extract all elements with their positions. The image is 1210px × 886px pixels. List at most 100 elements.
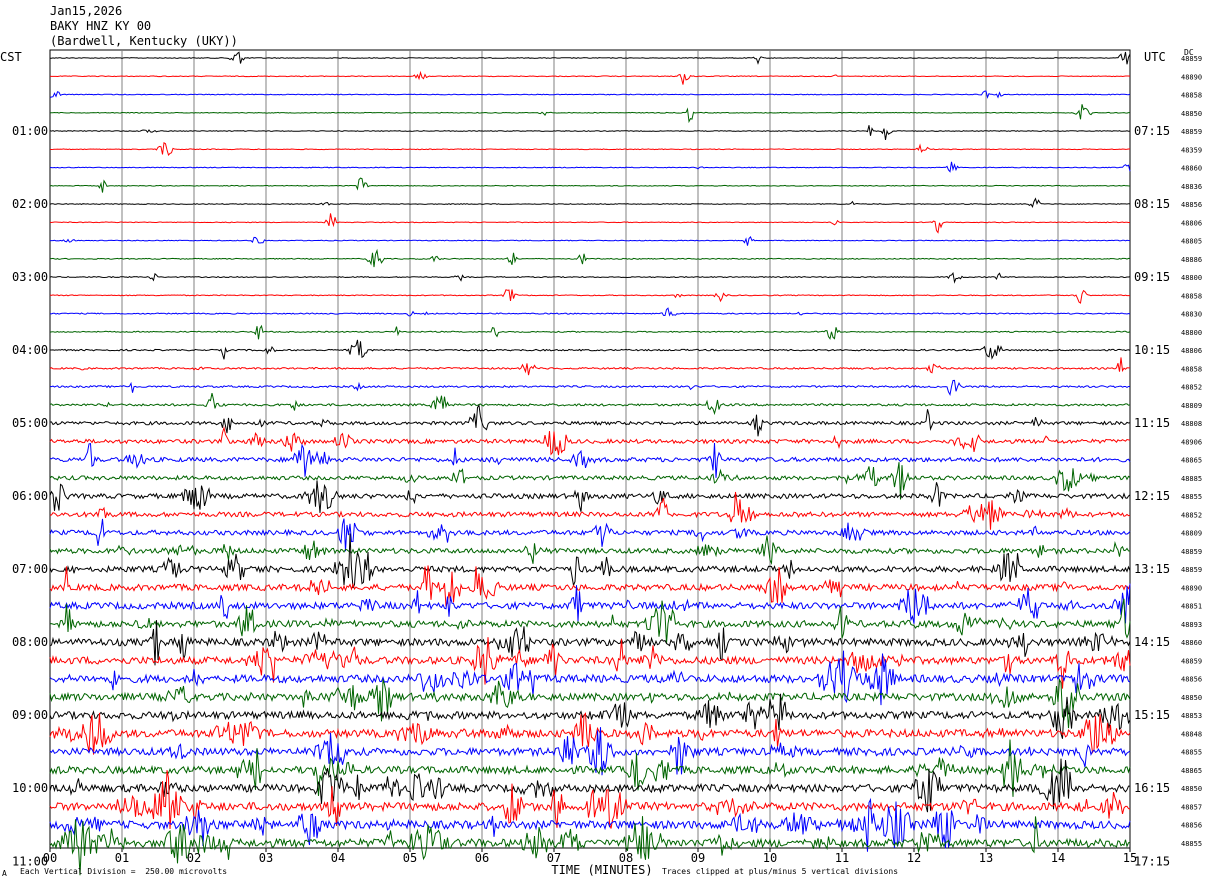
left-hour-label: 05:00 — [12, 416, 48, 430]
dc-offset-label: 48860 — [1181, 639, 1202, 647]
trace-17 — [49, 357, 1130, 376]
trace-16 — [50, 339, 1131, 360]
trace-12 — [49, 272, 1131, 284]
dc-offset-label: 48836 — [1181, 183, 1202, 191]
trace-19 — [49, 392, 1131, 416]
dc-offset-label: 48865 — [1181, 767, 1202, 775]
dc-offset-label: 48806 — [1181, 347, 1202, 355]
trace-33 — [49, 637, 1131, 689]
x-tick-label: 09 — [691, 851, 705, 865]
dc-offset-label: 48830 — [1181, 311, 1202, 319]
x-tick-label: 10 — [763, 851, 777, 865]
dc-offset-label: 48858 — [1181, 292, 1202, 300]
trace-3 — [49, 104, 1130, 124]
dc-offset-label: 48859 — [1181, 128, 1202, 136]
right-hour-label: 09:15 — [1134, 270, 1170, 284]
trace-35 — [49, 677, 1131, 729]
trace-1 — [49, 70, 1131, 85]
scale-note: Each Vertical Division = 250.00 microvol… — [20, 867, 228, 876]
dc-offset-label: 48359 — [1181, 146, 1202, 154]
trace-41 — [49, 770, 1131, 830]
left-hour-label: 09:00 — [12, 708, 48, 722]
dc-offset-label: 48853 — [1181, 712, 1202, 720]
right-hour-label: 08:15 — [1134, 197, 1170, 211]
dc-offset-label: 48805 — [1181, 238, 1202, 246]
dc-offset-label: 48858 — [1181, 92, 1202, 100]
right-hour-label: 07:15 — [1134, 124, 1170, 138]
dc-offset-label: 48893 — [1181, 621, 1202, 629]
trace-20 — [49, 404, 1131, 437]
trace-26 — [49, 518, 1131, 552]
right-hour-label: 12:15 — [1134, 489, 1170, 503]
dc-offset-label: 48809 — [1181, 402, 1202, 410]
x-tick-label: 06 — [475, 851, 489, 865]
x-tick-label: 11 — [835, 851, 849, 865]
trace-8 — [49, 197, 1131, 208]
trace-18 — [49, 379, 1130, 397]
dc-offset-label: 48856 — [1181, 822, 1202, 830]
helicorder-plot: 01:00 02:00 03:00 04:00 05:00 06:00 07:00 08:00… — [12, 49, 1202, 877]
x-tick-label: 00 — [43, 851, 57, 865]
trace-5 — [50, 141, 1130, 156]
left-hour-label: 10:00 — [12, 781, 48, 795]
dc-offset-label: 48855 — [1181, 493, 1202, 501]
right-hour-label: 15:15 — [1134, 708, 1170, 722]
dc-offset-label: 48859 — [1181, 55, 1202, 63]
dc-offset-label: 48855 — [1181, 749, 1202, 757]
dc-offset-label: 48800 — [1181, 329, 1202, 337]
x-tick-label: 13 — [979, 851, 993, 865]
dc-offset-label: 48859 — [1181, 548, 1202, 556]
x-tick-label: 03 — [259, 851, 273, 865]
trace-36 — [49, 693, 1131, 739]
trace-9 — [49, 213, 1130, 234]
clip-note: Traces clipped at plus/minus 5 vertical … — [662, 867, 899, 876]
right-hour-label: 14:15 — [1134, 635, 1170, 649]
left-hour-label: 06:00 — [12, 489, 48, 503]
dc-offset-label: 48865 — [1181, 457, 1202, 465]
dc-offset-label: 48808 — [1181, 420, 1202, 428]
x-tick-label: 02 — [187, 851, 201, 865]
x-tick-label: 01 — [115, 851, 129, 865]
left-hour-label: 03:00 — [12, 270, 48, 284]
dc-offset-label: 48855 — [1181, 840, 1202, 848]
trace-0 — [50, 51, 1131, 65]
left-hour-label: 07:00 — [12, 562, 48, 576]
trace-11 — [49, 248, 1131, 268]
dc-offset-label: 48850 — [1181, 694, 1202, 702]
trace-6 — [49, 161, 1131, 173]
trace-10 — [49, 235, 1131, 246]
dc-offset-label: 48906 — [1181, 438, 1202, 446]
dc-offset-label: 48859 — [1181, 566, 1202, 574]
dc-offset-label: 48852 — [1181, 384, 1202, 392]
left-hour-label: 08:00 — [12, 635, 48, 649]
dc-offset-label: 48851 — [1181, 603, 1202, 611]
x-axis-label: TIME (MINUTES) — [551, 863, 652, 877]
right-hour-label: 10:15 — [1134, 343, 1170, 357]
dc-offset-label: 48850 — [1181, 110, 1202, 118]
right-hour-label: 17:15 — [1134, 854, 1170, 868]
dc-offset-label: 48885 — [1181, 475, 1202, 483]
dc-offset-label: 48886 — [1181, 256, 1202, 264]
trace-27 — [49, 535, 1131, 565]
dc-offset-label: 48856 — [1181, 201, 1202, 209]
right-hour-label: 16:15 — [1134, 781, 1170, 795]
right-hour-label: 11:15 — [1134, 416, 1170, 430]
dc-offset-label: 48848 — [1181, 730, 1202, 738]
trace-29 — [49, 565, 1131, 607]
corner-mark: A — [2, 869, 7, 878]
left-hour-label: 04:00 — [12, 343, 48, 357]
x-tick-label: 12 — [907, 851, 921, 865]
dc-offset-label: 48890 — [1181, 73, 1202, 81]
dc-offset-label: 48858 — [1181, 365, 1202, 373]
trace-21 — [49, 425, 1131, 456]
trace-4 — [49, 125, 1131, 140]
left-hour-label: 02:00 — [12, 197, 48, 211]
trace-15 — [49, 324, 1131, 340]
trace-24 — [49, 480, 1131, 513]
left-hour-label: 01:00 — [12, 124, 48, 138]
x-tick-label: 14 — [1051, 851, 1065, 865]
x-tick-label: 04 — [331, 851, 345, 865]
trace-28 — [49, 533, 1131, 589]
dc-offset-label: 48809 — [1181, 530, 1202, 538]
trace-7 — [49, 177, 1131, 193]
